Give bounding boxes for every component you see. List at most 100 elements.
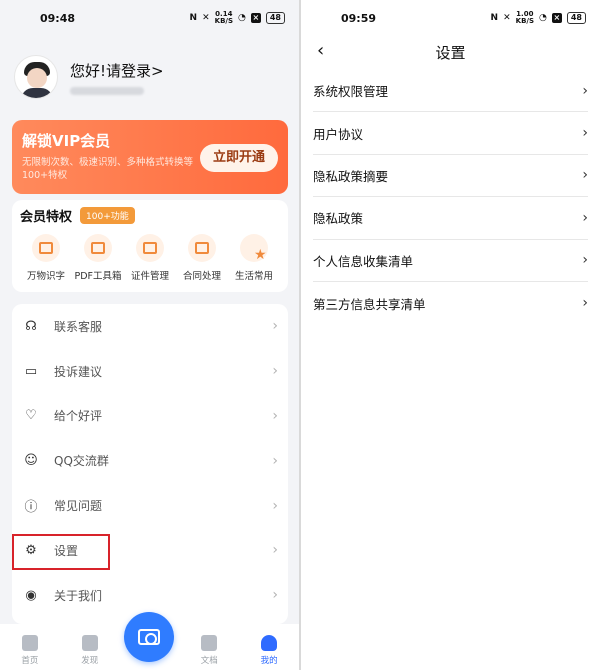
privilege-scan-text[interactable]: 万物识字 [20,234,72,282]
scan-text-icon [32,234,60,262]
net-speed: 1.00 KB/S [515,10,534,25]
alert-icon: ⓘ [24,500,38,516]
status-icons: N ✕ 1.00 KB/S ◔ × 48 [491,11,586,25]
sim-icon: × [250,13,261,23]
headset-icon: ☊ [25,318,37,334]
chevron-right-icon: › [272,497,278,514]
privilege-label: 证件管理 [130,271,169,282]
settings-item-third-party-sharing[interactable]: 第三方信息共享清单 › [313,282,588,324]
settings-item-user-agreement[interactable]: 用户协议 › [313,112,588,155]
qq-icon: ☺ [24,453,38,469]
chevron-right-icon: › [272,542,278,559]
settings-item-permissions[interactable]: 系统权限管理 › [313,70,588,113]
tab-label: 我的 [260,656,278,666]
login-prompt[interactable]: 您好!请登录> [70,60,164,81]
vip-banner[interactable]: 解锁VIP会员 无限制次数、极速识别、多种格式转换等100+特权 立即开通 [12,120,288,194]
avatar[interactable] [14,55,58,99]
profile-icon [261,635,278,651]
privileges-title: 会员特权 [20,209,73,225]
menu-label: 联系客服 [54,319,103,334]
user-circle-icon: ◉ [25,587,37,603]
privilege-contract[interactable]: 合同处理 [176,234,228,282]
status-icons: N ✕ 0.14 KB/S ◔ × 48 [190,11,285,25]
wifi-icon: ◔ [539,13,547,23]
settings-item-label: 个人信息收集清单 [313,253,414,269]
document-icon [201,635,218,651]
tab-home[interactable]: 首页 [0,635,60,666]
settings-screen: 09:59 N ✕ 1.00 KB/S ◔ × 48 ‹ 设置 系统权限管理 ›… [301,0,600,670]
menu-item-about[interactable]: ◉ 关于我们 › [12,573,288,618]
menu-label: QQ交流群 [54,454,109,469]
menu-label: 关于我们 [54,588,103,603]
menu-label: 给个好评 [54,409,103,424]
menu-list: ☊ 联系客服 › ▭ 投诉建议 › ♡ 给个好评 › ☺ QQ交流群 › ⓘ 常… [12,304,288,624]
tab-label: 发现 [81,656,99,666]
chevron-right-icon: › [582,125,588,142]
tab-label: 文档 [200,656,218,666]
settings-item-label: 第三方信息共享清单 [313,296,426,312]
settings-list: 系统权限管理 › 用户协议 › 隐私政策摘要 › 隐私政策 › 个人信息收集清单… [313,70,588,324]
privileges-badge: 100+功能 [80,206,135,224]
settings-item-info-collection[interactable]: 个人信息收集清单 › [313,240,588,282]
star-icon: ★ [240,234,268,262]
chevron-right-icon: › [582,252,588,269]
back-arrow-icon[interactable]: ‹ [317,40,324,61]
status-time: 09:48 [40,11,76,25]
my-page-screen: 09:48 N ✕ 0.14 KB/S ◔ × 48 您好!请登录> 解锁VIP… [0,0,299,670]
cube-icon [81,635,98,651]
privilege-label: PDF工具箱 [74,271,122,282]
settings-item-privacy-policy[interactable]: 隐私政策 › [313,197,588,240]
mute-icon: ✕ [202,13,210,23]
tab-mine[interactable]: 我的 [239,635,299,666]
privilege-id-management[interactable]: 证件管理 [124,234,176,282]
mute-icon: ✕ [503,13,511,23]
chevron-right-icon: › [272,407,278,424]
privilege-label: 万物识字 [26,271,65,282]
settings-item-privacy-summary[interactable]: 隐私政策摘要 › [313,155,588,198]
settings-highlight-box [12,534,110,570]
member-privileges-card: 会员特权 100+功能 万物识字 PDF工具箱 证件管理 合同处理 ★ 生活常用 [12,200,288,292]
chevron-right-icon: › [582,209,588,226]
chevron-right-icon: › [272,587,278,604]
menu-item-feedback[interactable]: ▭ 投诉建议 › [12,349,288,394]
sim-icon: × [551,13,562,23]
privilege-life[interactable]: ★ 生活常用 [228,234,280,282]
settings-item-label: 用户协议 [313,126,364,142]
id-card-icon [136,234,164,262]
home-icon [21,635,38,651]
tab-label: 首页 [21,656,39,666]
privilege-label: 合同处理 [182,271,221,282]
menu-item-qq-group[interactable]: ☺ QQ交流群 › [12,438,288,483]
heart-icon: ♡ [25,408,37,424]
tab-discover[interactable]: 发现 [60,635,120,666]
chevron-right-icon: › [272,363,278,380]
contract-icon [188,234,216,262]
tab-documents[interactable]: 文档 [179,635,239,666]
menu-item-faq[interactable]: ⓘ 常见问题 › [12,483,288,528]
settings-item-label: 系统权限管理 [313,84,389,100]
profile-header[interactable]: 您好!请登录> [14,48,285,106]
chevron-right-icon: › [582,82,588,99]
blurred-account-id [70,86,144,95]
menu-label: 常见问题 [54,499,103,514]
menu-item-customer-service[interactable]: ☊ 联系客服 › [12,304,288,349]
pdf-toolbox-icon [84,234,112,262]
settings-item-label: 隐私政策 [313,211,364,227]
bottom-tab-bar: 首页 发现 文档 我的 [0,612,299,670]
settings-header: ‹ 设置 [301,36,600,68]
chevron-right-icon: › [582,295,588,312]
battery-icon: 48 [265,12,285,24]
privilege-pdf-toolbox[interactable]: PDF工具箱 [72,234,124,282]
camera-plus-button[interactable] [124,612,174,662]
status-bar: 09:59 N ✕ 1.00 KB/S ◔ × 48 [301,0,600,36]
open-vip-button[interactable]: 立即开通 [200,144,278,172]
chevron-right-icon: › [582,167,588,184]
camera-plus-icon [138,629,160,645]
nfc-icon: N [490,13,499,23]
page-title: 设置 [435,43,466,62]
nfc-icon: N [189,13,198,23]
wifi-icon: ◔ [238,13,246,23]
chevron-right-icon: › [272,318,278,335]
net-speed: 0.14 KB/S [214,10,233,25]
menu-item-rate[interactable]: ♡ 给个好评 › [12,394,288,439]
